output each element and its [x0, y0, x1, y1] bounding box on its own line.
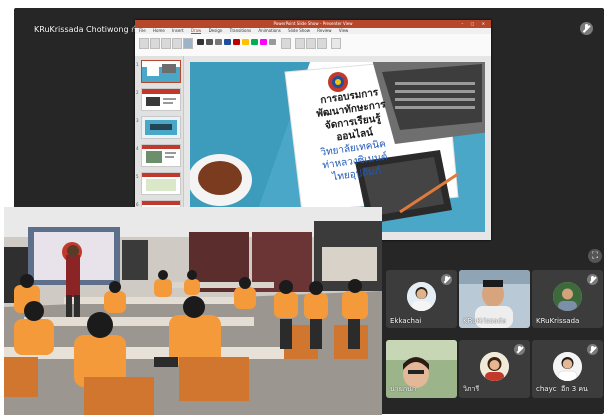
mic-off-icon: [514, 344, 525, 355]
ribbon-ruler-icon[interactable]: [295, 38, 305, 49]
avatar-photo-icon: [480, 352, 509, 381]
ribbon-add-pen-icon[interactable]: [281, 38, 291, 49]
ppt-ribbon: [135, 34, 491, 57]
ribbon-ink-shape-icon[interactable]: [306, 38, 316, 49]
participant-name: KRuKrissada: [463, 317, 507, 325]
pen-black-icon[interactable]: [197, 39, 204, 45]
avatar-photo-icon: [553, 352, 582, 381]
pen-green-icon[interactable]: [251, 39, 258, 45]
ribbon-lasso-icon[interactable]: [150, 38, 160, 49]
avatar: [553, 282, 582, 311]
avatar-photo-icon: [553, 282, 582, 311]
pen-light-icon[interactable]: [269, 39, 276, 45]
tab-home[interactable]: Home: [153, 28, 165, 33]
avatar: [480, 352, 509, 381]
avatar: [407, 282, 436, 311]
thumbnail-preview-icon: [142, 173, 180, 191]
participant-name: chayc อีก 3 คน: [536, 384, 588, 395]
slide-thumbnail[interactable]: [141, 116, 181, 139]
participant-tile[interactable]: KRuKrissada: [532, 270, 603, 328]
participant-name: วิภารี: [463, 385, 480, 393]
participant-tile[interactable]: Ekkachai: [386, 270, 457, 328]
tab-insert[interactable]: Insert: [172, 28, 183, 33]
thumbnail-preview-icon: [142, 89, 180, 106]
mic-off-icon: [587, 274, 598, 285]
pen-blue-icon[interactable]: [224, 39, 231, 45]
fullscreen-icon[interactable]: ⛶: [588, 249, 602, 263]
thumbnail-preview-icon: [142, 117, 180, 138]
mic-off-icon[interactable]: [580, 22, 593, 35]
pen-yellow-icon[interactable]: [242, 39, 249, 45]
slide-thumbnail[interactable]: [141, 172, 181, 195]
participant-name: Ekkachai: [390, 317, 422, 325]
ppt-window-title: PowerPoint Slide Show - Presenter View: [273, 21, 353, 26]
slide-thumbnail[interactable]: [141, 144, 181, 167]
pen-red-icon[interactable]: [233, 39, 240, 45]
participant-tile[interactable]: chayc อีก 3 คน: [532, 340, 603, 398]
tab-design[interactable]: Design: [209, 28, 223, 33]
mic-off-icon: [441, 274, 452, 285]
tab-view[interactable]: View: [339, 28, 349, 33]
classroom-photo: [4, 207, 382, 415]
tab-file[interactable]: File: [139, 28, 146, 33]
pen-magenta-icon[interactable]: [260, 39, 267, 45]
participant-name: KRuKrissada: [536, 317, 580, 325]
ppt-titlebar: PowerPoint Slide Show - Presenter View –…: [135, 20, 491, 28]
slide-thumbnail[interactable]: [141, 88, 181, 111]
ribbon-replay-icon[interactable]: [331, 38, 341, 49]
pen-gray-icon[interactable]: [206, 39, 213, 45]
pen-gray2-icon[interactable]: [215, 39, 222, 45]
mic-off-icon: [587, 344, 598, 355]
tab-review[interactable]: Review: [317, 28, 331, 33]
window-controls-icon: – ▢ ✕: [461, 21, 488, 26]
participant-name: นายกนก: [390, 385, 417, 393]
slide-thumbnail[interactable]: [141, 60, 181, 83]
tab-transitions[interactable]: Transitions: [230, 28, 251, 33]
participant-name-text: chayc: [536, 385, 557, 393]
ribbon-draw-icon[interactable]: [183, 38, 193, 49]
classroom-scene: [4, 207, 382, 415]
avatar: [553, 352, 582, 381]
ribbon-eraser-icon[interactable]: [161, 38, 171, 49]
participant-tile[interactable]: นายกนก: [386, 340, 457, 398]
avatar-photo-icon: [407, 282, 436, 311]
thumbnail-preview-icon: [142, 64, 180, 82]
ribbon-ink-math-icon[interactable]: [317, 38, 327, 49]
ribbon-color-icon[interactable]: [172, 38, 182, 49]
participant-tile[interactable]: KRuKrissada: [459, 270, 530, 328]
more-participants-count[interactable]: อีก 3 คน: [561, 385, 588, 393]
ribbon-select-icon[interactable]: [139, 38, 149, 49]
tab-animations[interactable]: Animations: [258, 28, 280, 33]
tab-slideshow[interactable]: Slide Show: [288, 28, 310, 33]
thumbnail-preview-icon: [142, 145, 180, 163]
participant-tile[interactable]: วิภารี: [459, 340, 530, 398]
